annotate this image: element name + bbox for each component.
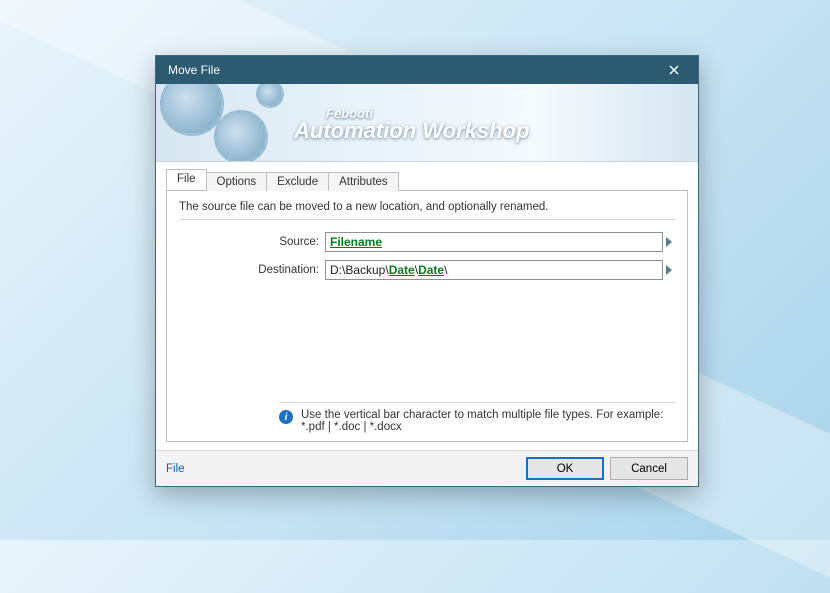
tab-file[interactable]: File bbox=[166, 169, 207, 190]
window-title: Move File bbox=[164, 63, 658, 77]
hint: i Use the vertical bar character to matc… bbox=[279, 402, 675, 433]
destination-input[interactable]: D:\Backup\Date\Date\ bbox=[325, 260, 663, 280]
hint-text: Use the vertical bar character to match … bbox=[301, 409, 663, 433]
close-icon bbox=[669, 65, 679, 75]
hint-line: Use the vertical bar character to match … bbox=[301, 409, 663, 421]
body: File Options Exclude Attributes The sour… bbox=[156, 162, 698, 450]
tab-options[interactable]: Options bbox=[206, 172, 268, 191]
footer: File OK Cancel bbox=[156, 450, 698, 486]
tab-exclude[interactable]: Exclude bbox=[266, 172, 329, 191]
footer-status-link[interactable]: File bbox=[166, 463, 185, 475]
banner: Febooti Automation Workshop bbox=[156, 84, 698, 162]
destination-label: Destination: bbox=[179, 264, 325, 276]
brand-big: Automation Workshop bbox=[294, 120, 529, 142]
move-file-dialog: Move File Febooti Automation Workshop Fi… bbox=[155, 55, 699, 487]
row-destination: Destination: D:\Backup\Date\Date\ bbox=[179, 260, 675, 280]
form: Source: Filename Destination: D:\Backup\… bbox=[179, 232, 675, 288]
chevron-right-icon bbox=[666, 237, 672, 247]
brand: Febooti Automation Workshop bbox=[294, 108, 529, 142]
source-label: Source: bbox=[179, 236, 325, 248]
ok-button[interactable]: OK bbox=[526, 457, 604, 480]
titlebar: Move File bbox=[156, 56, 698, 84]
gear-icon bbox=[256, 84, 284, 108]
gear-icon bbox=[214, 110, 268, 162]
info-icon: i bbox=[279, 410, 293, 424]
cancel-button[interactable]: Cancel bbox=[610, 457, 688, 480]
row-source: Source: Filename bbox=[179, 232, 675, 252]
chevron-right-icon bbox=[666, 265, 672, 275]
source-variable: Filename bbox=[330, 235, 382, 249]
source-input[interactable]: Filename bbox=[325, 232, 663, 252]
hint-line: *.pdf | *.doc | *.docx bbox=[301, 421, 663, 433]
panel-description: The source file can be moved to a new lo… bbox=[179, 201, 675, 220]
dest-variable: Date bbox=[389, 263, 415, 277]
close-button[interactable] bbox=[658, 60, 690, 80]
tab-panel-file: The source file can be moved to a new lo… bbox=[166, 190, 688, 442]
dest-text: D:\Backup\ bbox=[330, 263, 389, 277]
destination-picker[interactable] bbox=[663, 260, 675, 280]
source-picker[interactable] bbox=[663, 232, 675, 252]
dest-variable: Date bbox=[418, 263, 444, 277]
tab-attributes[interactable]: Attributes bbox=[328, 172, 399, 191]
dest-text: \ bbox=[444, 263, 447, 277]
tab-strip: File Options Exclude Attributes bbox=[166, 168, 688, 190]
